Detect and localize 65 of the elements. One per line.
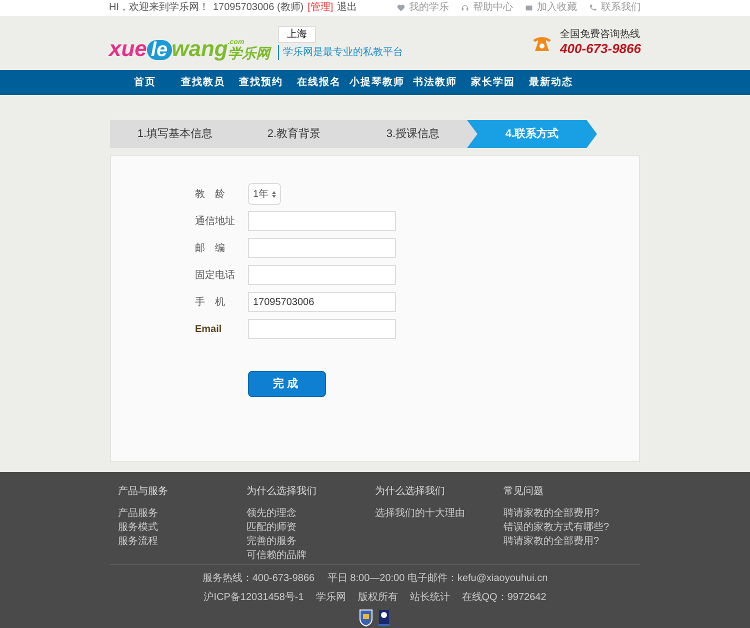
field-label: Email [195, 322, 223, 336]
step-tab[interactable]: 3.授课信息 [348, 120, 478, 148]
info-text: 沪ICP备12031458号-1 [204, 590, 304, 605]
footer-heading: 为什么选择我们 [246, 486, 318, 498]
text-field[interactable] [248, 319, 396, 339]
top-link[interactable]: 联系我们 [601, 3, 641, 13]
footer-link[interactable]: 产品服务 [118, 508, 246, 520]
step-tab[interactable]: 2.教育背景 [229, 120, 359, 148]
text-field[interactable] [248, 238, 396, 258]
footer-link[interactable]: 聘请家教的全部费用? [504, 536, 632, 548]
footer-link[interactable]: 完善的服务 [246, 536, 375, 548]
contact-text: 服务热线：400-673-9866 平日 8:00—20:00 电子邮件：kefu@xiaoyouhui.cn [202, 572, 548, 586]
city-button[interactable]: 上海 [278, 26, 316, 43]
nav-item[interactable]: 书法教师 [406, 75, 464, 90]
greeting-text: HI，欢迎来到学乐网！ [109, 3, 209, 13]
step-tab[interactable]: 1.填写基本信息 [110, 120, 240, 148]
footer-heading: 产品与服务 [118, 486, 169, 498]
year-select[interactable]: 1年 [248, 183, 281, 205]
folder-icon [525, 4, 533, 12]
hotline-number: 400-673-9866 [560, 41, 641, 58]
field-label: 邮 编 [195, 242, 226, 256]
footer-link[interactable]: 服务流程 [118, 536, 246, 548]
field-label: 固定电话 [195, 268, 236, 282]
footer-link[interactable]: 聘请家教的全部费用? [504, 508, 632, 520]
heart-icon [397, 4, 405, 12]
chevron-icon [272, 190, 276, 198]
text-field[interactable] [248, 211, 396, 231]
nav-item[interactable]: 查找预约 [232, 75, 290, 90]
top-link[interactable]: 加入收藏 [537, 3, 577, 13]
footer-link[interactable]: 匹配的师资 [246, 522, 375, 534]
telephone-icon [532, 34, 552, 52]
info-text: 在线QQ：9972642 [462, 590, 546, 605]
footer-heading: 常见问题 [504, 486, 544, 498]
footer-link[interactable]: 错误的家教方式有哪些? [504, 522, 632, 534]
nav-item[interactable]: 查找教员 [174, 75, 232, 90]
user-text: 17095703006 (教师) [213, 3, 304, 13]
field-label: 手 机 [195, 296, 226, 310]
info-text: 学乐网 [316, 590, 346, 605]
slogan-text: 学乐网是最专业的私教平台 [278, 45, 403, 60]
step-tab[interactable]: 4.联系方式 [467, 120, 597, 148]
phone-icon [589, 4, 597, 12]
footer-link[interactable]: 选择我们的十大理由 [375, 508, 504, 520]
headset-icon [461, 4, 469, 12]
logout-link[interactable]: 退出 [337, 3, 358, 13]
nav-item[interactable]: 首页 [116, 75, 174, 90]
footer-link[interactable]: 领先的理念 [246, 508, 375, 520]
text-field[interactable]: 17095703006 [248, 292, 396, 312]
footer-link[interactable]: 服务模式 [118, 522, 246, 534]
nav-item[interactable]: 家长学园 [464, 75, 522, 90]
hotline-label: 全国免费咨询热线 [560, 28, 641, 42]
text-field[interactable] [248, 265, 396, 285]
top-link[interactable]: 我的学乐 [409, 3, 449, 13]
admin-link[interactable]: [管理] [308, 3, 334, 13]
field-label: 通信地址 [195, 214, 236, 228]
shield-icon [359, 609, 373, 627]
footer-link[interactable]: 可信赖的品牌 [246, 550, 375, 562]
top-link[interactable]: 帮助中心 [473, 3, 513, 13]
finish-button[interactable]: 完成 [248, 371, 326, 397]
nav-item[interactable]: 最新动态 [522, 75, 580, 90]
field-label: 教 龄 [195, 188, 226, 202]
info-text: 站长统计 [410, 590, 450, 605]
nav-item[interactable]: 在线报名 [290, 75, 348, 90]
info-text: 版权所有 [358, 590, 398, 605]
footer-heading: 为什么选择我们 [375, 486, 446, 498]
nav-item[interactable]: 小提琴教师 [348, 75, 406, 90]
